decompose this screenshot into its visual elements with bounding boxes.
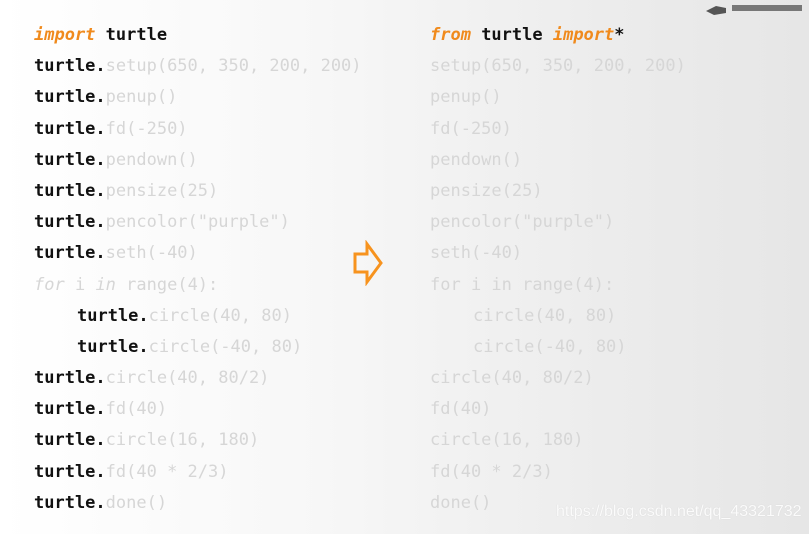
code-keyword: import [34,25,96,45]
code-token: setup(650, 350, 200, 200) [105,56,362,77]
code-token: turtle. [34,87,106,108]
code-token: penup() [105,87,178,108]
code-line: seth(-40) [430,239,686,270]
code-token: pencolor("purple") [105,212,290,233]
code-token: circle(40, 80) [473,305,617,326]
code-token: turtle. [77,336,149,357]
code-line: turtle.pendown() [34,146,362,177]
code-token: circle(-40, 80) [473,336,627,357]
code-token: turtle. [34,149,106,170]
code-line: pendown() [430,146,686,177]
code-token: seth(-40) [105,243,198,264]
code-line: turtle.circle(16, 180) [34,426,362,457]
code-token: for i in range(4): [430,274,615,295]
mooc-logo-icon [704,0,809,15]
code-line: penup() [430,83,686,114]
code-token: pencolor("purple") [430,212,615,233]
code-keyword: from [430,25,471,45]
code-line: setup(650, 350, 200, 200) [430,52,686,83]
code-token: circle(16, 180) [430,430,584,451]
code-line: circle(-40, 80) [430,333,686,364]
code-token: done() [105,492,168,513]
code-token: fd(40) [430,399,492,420]
code-line: fd(-250) [430,115,686,146]
code-line: circle(40, 80) [430,302,686,333]
code-token: fd(40) [105,399,168,420]
code-line: circle(16, 180) [430,426,686,457]
code-line: pensize(25) [430,177,686,208]
code-line: turtle.circle(-40, 80) [34,333,362,364]
code-line: from turtle import* [430,21,686,52]
watermark: https://blog.csdn.net/qq_43321732 [556,503,802,520]
code-line: fd(40 * 2/3) [430,458,686,489]
code-from-turtle-import: from turtle import* setup(650, 350, 200, … [430,21,686,520]
code-token: setup(650, 350, 200, 200) [430,56,686,77]
code-line: turtle.done() [34,489,362,520]
code-token: circle(40, 80/2) [105,368,270,389]
code-token: range(4): [115,274,219,295]
code-token: turtle. [34,492,106,513]
code-token: fd(-250) [430,118,512,139]
code-token: pendown() [105,149,198,170]
code-token: turtle. [34,56,106,77]
code-token: i [64,274,96,295]
code-token: turtle. [34,461,106,482]
code-token: circle(-40, 80) [148,336,303,357]
code-token: turtle. [34,180,106,201]
code-token: turtle. [34,430,106,451]
code-keyword: for [34,274,65,295]
code-line: turtle.circle(40, 80) [34,302,362,333]
code-line: turtle.seth(-40) [34,239,362,270]
code-token: turtle [470,25,553,45]
right-arrow-icon [352,239,384,290]
code-line: turtle.setup(650, 350, 200, 200) [34,52,362,83]
code-line: turtle.penup() [34,83,362,114]
code-token: fd(-250) [105,118,188,139]
code-token: turtle. [34,118,106,139]
code-line: turtle.fd(40 * 2/3) [34,458,362,489]
code-token: penup() [430,87,502,108]
code-token: circle(40, 80/2) [430,368,594,389]
code-line: turtle.fd(-250) [34,115,362,146]
code-line: for i in range(4): [34,271,362,302]
code-line: turtle.pencolor("purple") [34,208,362,239]
code-line: pencolor("purple") [430,208,686,239]
code-line: turtle.pensize(25) [34,177,362,208]
code-token: turtle [95,25,168,45]
code-token: turtle. [77,305,149,326]
code-line: turtle.fd(40) [34,395,362,426]
code-line: circle(40, 80/2) [430,364,686,395]
code-line: fd(40) [430,395,686,426]
code-token: turtle. [34,368,106,389]
code-token: circle(16, 180) [105,430,260,451]
code-token: fd(40 * 2/3) [430,461,553,482]
code-import-turtle: import turtle turtle.setup(650, 350, 200,… [34,21,362,520]
code-token: fd(40 * 2/3) [105,461,229,482]
code-token: pensize(25) [105,180,219,201]
code-token: turtle. [34,399,106,420]
code-token: pensize(25) [430,180,543,201]
code-line: for i in range(4): [430,271,686,302]
code-token: turtle. [34,243,106,264]
code-token: circle(40, 80) [148,305,292,326]
code-token: done() [430,492,492,513]
code-keyword: import [552,25,615,45]
code-token: * [614,25,625,45]
code-line: turtle.circle(40, 80/2) [34,364,362,395]
code-keyword: in [95,274,116,295]
code-token: seth(-40) [430,243,523,264]
code-line: import turtle [34,21,362,52]
code-token: turtle. [34,212,106,233]
code-token: pendown() [430,149,523,170]
